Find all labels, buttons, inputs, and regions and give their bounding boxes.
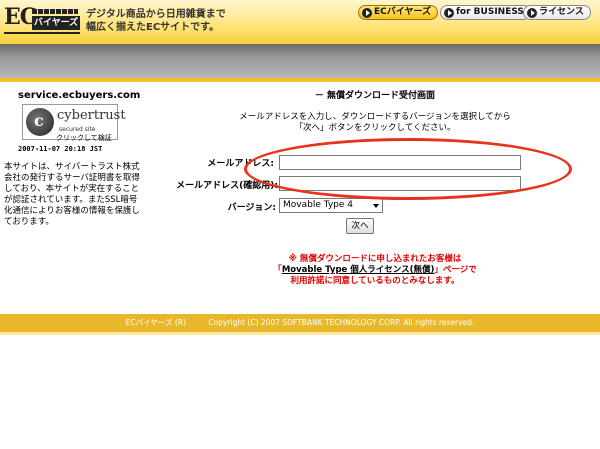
cybertrust-subtitle: secured site — [59, 126, 96, 133]
page-title: － 無償ダウンロード受付画面 — [314, 91, 436, 101]
arrow-right-icon — [444, 8, 454, 18]
email-label: メールアドレス: — [207, 159, 274, 169]
nav-ecbuyers-button[interactable]: ECバイヤーズ — [358, 5, 439, 20]
download-form: － 無償ダウンロード受付画面 メールアドレスを入力し、ダウンロードするバージョン… — [150, 82, 600, 314]
site-domain: service.ecbuyers.com — [18, 90, 141, 101]
nav-license-label: ライセンス — [539, 7, 584, 17]
verify-timestamp: 2007-11-07 20:18 JST — [18, 145, 103, 153]
footer-copyright: Copyright (C) 2007 SOFTBANK TECHNOLOGY C… — [208, 318, 475, 327]
footer-brand: ECバイヤーズ (R) — [125, 318, 186, 327]
arrow-right-icon — [362, 8, 372, 18]
notice-line-3: 利用許諾に同意しているものとみなします。 — [290, 276, 460, 286]
logo-kana-text: バイヤーズ — [32, 16, 80, 30]
arrow-right-icon — [527, 8, 537, 18]
nav-business-button[interactable]: for BUSINESS — [440, 5, 531, 20]
instruction-line-1: メールアドレスを入力し、ダウンロードするバージョンを選択してから — [239, 112, 511, 122]
verify-link[interactable]: クリックして検証 — [56, 133, 112, 143]
notice-line-2: 「Movable Type 個人ライセンス(無償)」ページで — [273, 265, 477, 275]
footer-bottom-strip — [0, 332, 600, 335]
license-notice: ※ 無償ダウンロードに申し込まれたお客様は 「Movable Type 個人ライ… — [150, 254, 600, 287]
security-sidebar: service.ecbuyers.com cybertrust secured … — [0, 82, 150, 314]
ec-buyers-logo[interactable]: EC バイヤーズ — [4, 4, 80, 38]
form-instructions: メールアドレスを入力し、ダウンロードするバージョンを選択してから 「次へ」ボタン… — [150, 112, 600, 134]
version-selected-value: Movable Type 4 — [283, 200, 353, 210]
instruction-line-2: 「次へ」ボタンをクリックしてください。 — [294, 123, 456, 133]
notice-line-1: ※ 無償ダウンロードに申し込まれたお客様は — [288, 254, 462, 264]
header-gray-band — [0, 44, 600, 78]
site-footer: ECバイヤーズ (R) Copyright (C) 2007 SOFTBANK … — [0, 314, 600, 332]
cybertrust-seal-icon — [26, 108, 54, 136]
next-button[interactable]: 次へ — [346, 218, 374, 234]
logo-underline — [4, 32, 80, 34]
logo-stripe — [32, 9, 78, 14]
cybertrust-name: cybertrust — [57, 108, 126, 123]
email-confirm-field[interactable] — [279, 176, 521, 191]
nav-ecbuyers-label: ECバイヤーズ — [374, 7, 432, 17]
license-page-link[interactable]: Movable Type 個人ライセンス(無償) — [282, 265, 435, 275]
tagline-line-1: デジタル商品から日用雑貨まで — [86, 9, 226, 20]
tagline-line-2: 幅広く揃えたECサイトです。 — [86, 22, 220, 33]
chevron-down-icon — [373, 204, 379, 208]
nav-business-label: for BUSINESS — [456, 7, 524, 17]
version-label: バージョン: — [227, 203, 276, 213]
site-tagline: デジタル商品から日用雑貨まで 幅広く揃えたECサイトです。 — [86, 8, 266, 34]
ssl-notice: 本サイトは、サイバートラスト株式会社の発行するサーバ証明書を取得しており、本サイ… — [4, 162, 140, 227]
site-header: EC バイヤーズ デジタル商品から日用雑貨まで 幅広く揃えたECサイトです。 E… — [0, 0, 600, 44]
version-select[interactable]: Movable Type 4 — [279, 198, 383, 213]
email-confirm-label: メールアドレス(確認用): — [176, 181, 278, 191]
email-field[interactable] — [279, 155, 521, 170]
nav-license-button[interactable]: ライセンス — [523, 5, 591, 20]
